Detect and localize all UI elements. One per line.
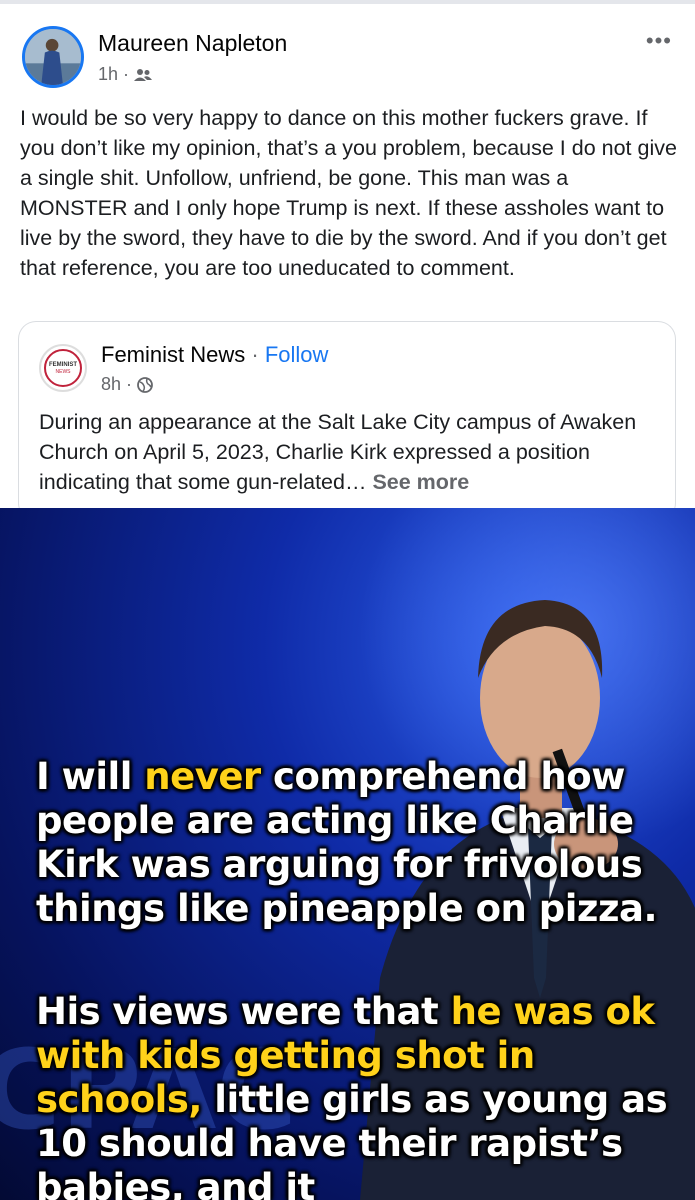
- name-separator: ·: [245, 342, 265, 367]
- shared-page-name[interactable]: Feminist News: [101, 342, 245, 367]
- shared-page-avatar[interactable]: FEMINIST NEWS: [39, 344, 87, 392]
- post-image[interactable]: CPAC I will never comprehend how people …: [0, 508, 695, 1200]
- image-caption-1: I will never comprehend how people are a…: [36, 755, 676, 931]
- avatar-photo: [25, 29, 81, 85]
- shared-header-line: Feminist News · Follow: [101, 342, 328, 368]
- caption1-pre: I will: [36, 755, 145, 798]
- meta-dot: ·: [123, 64, 130, 84]
- post-text: I would be so very happy to dance on thi…: [20, 106, 677, 280]
- feminist-news-logo: FEMINIST NEWS: [44, 349, 82, 387]
- follow-button[interactable]: Follow: [265, 342, 329, 367]
- shared-post-card[interactable]: FEMINIST NEWS Feminist News · Follow 8h …: [18, 321, 676, 521]
- image-caption-2: His views were that he was ok with kids …: [36, 990, 695, 1200]
- shared-text-body: During an appearance at the Salt Lake Ci…: [39, 410, 637, 494]
- post-meta: 1h ·: [98, 64, 153, 85]
- post-time[interactable]: 1h: [98, 64, 118, 85]
- shared-time[interactable]: 8h: [101, 374, 121, 395]
- logo-text-2: NEWS: [55, 368, 71, 375]
- top-divider: [0, 0, 695, 4]
- friends-icon: [134, 68, 153, 81]
- caption2-pre: His views were that: [36, 990, 451, 1033]
- globe-icon: [137, 376, 153, 393]
- post-header: Maureen Napleton 1h · •••: [22, 22, 672, 92]
- post-author[interactable]: Maureen Napleton: [98, 30, 287, 57]
- meta-dot: ·: [126, 374, 133, 394]
- author-avatar[interactable]: [22, 26, 84, 88]
- logo-text-1: FEMINIST: [49, 361, 77, 368]
- see-more-link[interactable]: See more: [372, 470, 469, 494]
- caption1-highlight: never: [144, 755, 261, 798]
- shared-text: During an appearance at the Salt Lake Ci…: [39, 407, 669, 497]
- more-options-button[interactable]: •••: [646, 28, 672, 54]
- shared-meta: 8h ·: [101, 374, 153, 395]
